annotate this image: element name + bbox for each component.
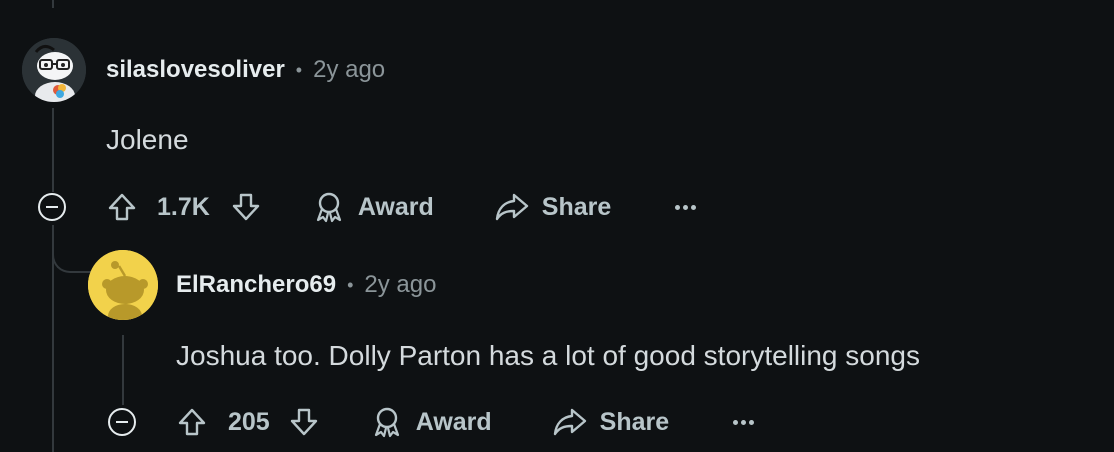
more-dot-icon xyxy=(675,204,681,210)
minus-icon xyxy=(116,421,128,423)
award-icon xyxy=(316,192,341,223)
more-options-button[interactable] xyxy=(675,204,697,210)
comment-actions: 205 Award Share xyxy=(176,398,755,446)
downvote-icon xyxy=(232,193,260,221)
comment-meta: ElRanchero69 • 2y ago xyxy=(176,270,436,300)
upvote-button[interactable] xyxy=(106,191,138,223)
more-dot-icon xyxy=(741,419,747,425)
more-dot-icon xyxy=(683,204,689,210)
username-link[interactable]: ElRanchero69 xyxy=(176,271,336,299)
downvote-icon xyxy=(290,408,317,436)
share-button[interactable]: Share xyxy=(552,406,669,438)
thread-branch-curve xyxy=(52,225,92,273)
default-snoo-icon xyxy=(88,250,158,320)
more-dot-icon xyxy=(749,419,755,425)
username-link[interactable]: silaslovesoliver xyxy=(106,56,285,84)
more-dot-icon xyxy=(733,419,739,425)
more-options-button[interactable] xyxy=(733,419,755,425)
collapse-thread-button[interactable] xyxy=(108,408,136,436)
thread-line-child xyxy=(122,335,124,405)
comment-timestamp[interactable]: 2y ago xyxy=(313,56,385,84)
share-icon xyxy=(553,408,586,436)
comment-meta: silaslovesoliver • 2y ago xyxy=(106,55,385,85)
comment-actions: 1.7K Award Share xyxy=(106,183,697,231)
vote-count: 205 xyxy=(228,407,270,436)
collapse-thread-button[interactable] xyxy=(38,193,66,221)
vote-count: 1.7K xyxy=(157,192,210,221)
award-button[interactable]: Award xyxy=(370,405,492,439)
avatar[interactable] xyxy=(22,38,86,102)
avatar[interactable] xyxy=(88,250,158,320)
thread-line-top xyxy=(52,0,54,8)
share-button[interactable]: Share xyxy=(494,191,611,223)
snoo-avatar-icon xyxy=(22,38,86,102)
more-dot-icon xyxy=(691,204,697,210)
award-label: Award xyxy=(415,407,492,436)
share-label: Share xyxy=(599,407,670,436)
minus-icon xyxy=(46,206,58,208)
meta-separator: • xyxy=(295,59,303,80)
comment-body: Joshua too. Dolly Parton has a lot of go… xyxy=(176,340,920,371)
upvote-icon xyxy=(178,408,206,436)
award-button[interactable]: Award xyxy=(312,190,434,224)
comment-body: Jolene xyxy=(106,124,189,155)
award-label: Award xyxy=(357,192,434,221)
award-icon xyxy=(374,407,399,438)
thread-line-parent xyxy=(52,108,54,192)
upvote-icon xyxy=(108,193,136,221)
downvote-button[interactable] xyxy=(230,191,262,223)
upvote-button[interactable] xyxy=(176,406,208,438)
comment-timestamp[interactable]: 2y ago xyxy=(364,271,436,299)
downvote-button[interactable] xyxy=(288,406,320,438)
share-label: Share xyxy=(541,192,612,221)
meta-separator: • xyxy=(347,274,354,295)
share-icon xyxy=(495,193,528,221)
